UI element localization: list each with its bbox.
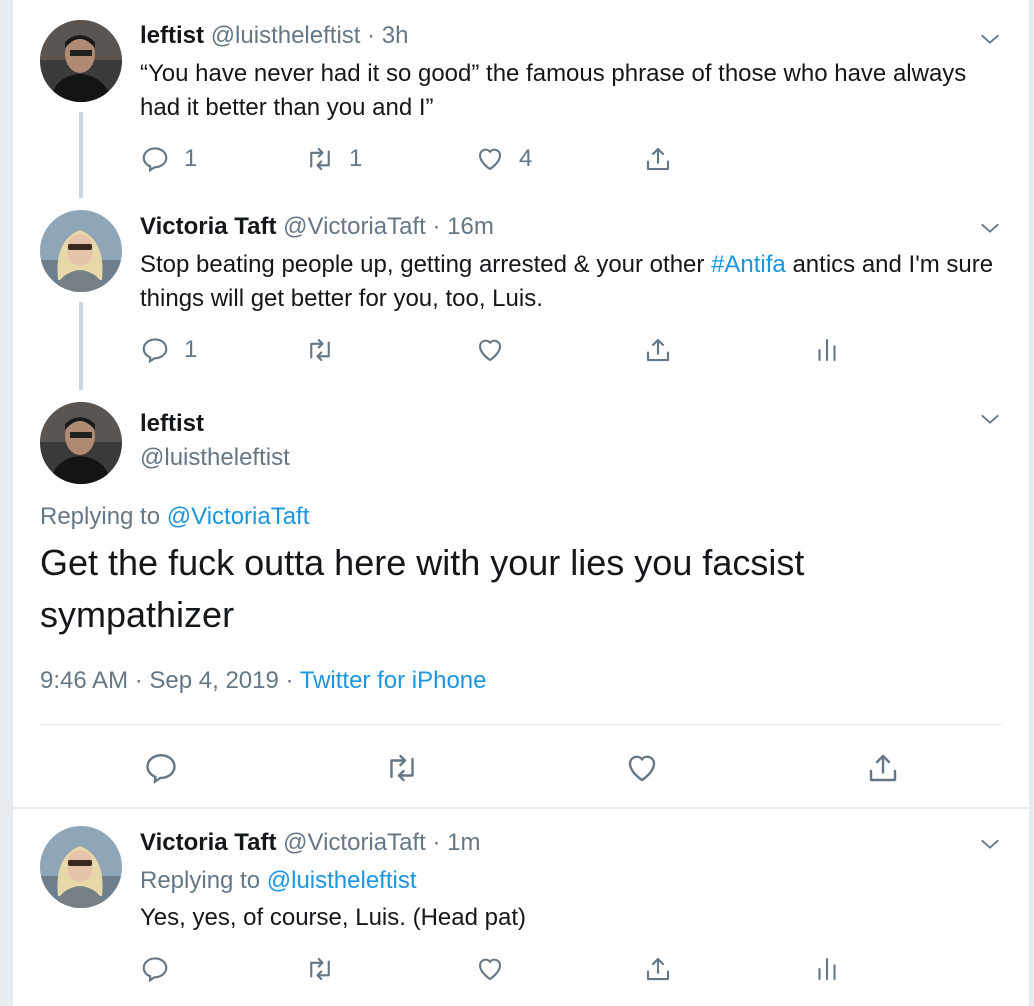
chevron-down-icon[interactable] bbox=[979, 408, 1001, 430]
user-handle[interactable]: @VictoriaTaft bbox=[283, 213, 426, 240]
retweet-button[interactable] bbox=[305, 952, 335, 986]
replying-prefix: Replying to bbox=[40, 503, 167, 530]
divider bbox=[40, 724, 1002, 725]
tweet-time[interactable]: 3h bbox=[382, 22, 409, 49]
analytics-button[interactable] bbox=[812, 952, 842, 986]
retweet-button[interactable]: 1 bbox=[305, 142, 362, 176]
like-button[interactable]: 4 bbox=[475, 142, 532, 176]
reply-button[interactable] bbox=[143, 748, 179, 788]
reply-icon bbox=[142, 338, 168, 364]
replying-to: Replying to @VictoriaTaft bbox=[40, 503, 309, 531]
share-button[interactable] bbox=[643, 142, 673, 176]
timestamp[interactable]: 9:46 AM · Sep 4, 2019 · bbox=[40, 667, 294, 694]
retweet-icon bbox=[310, 957, 330, 981]
avatar-victoria[interactable] bbox=[40, 210, 122, 292]
avatar-victoria[interactable] bbox=[40, 826, 122, 908]
separator: · bbox=[367, 22, 376, 49]
share-icon bbox=[869, 754, 897, 782]
tweet-meta: 9:46 AM · Sep 4, 2019 · Twitter for iPho… bbox=[40, 667, 486, 695]
tweet-text: “You have never had it so good” the famo… bbox=[140, 60, 967, 121]
user-handle[interactable]: @VictoriaTaft bbox=[283, 829, 426, 856]
share-button[interactable] bbox=[643, 333, 673, 367]
chevron-down-icon[interactable] bbox=[979, 217, 1001, 239]
display-name[interactable]: Victoria Taft bbox=[140, 213, 276, 240]
tweet-text: Yes, yes, of course, Luis. (Head pat) bbox=[140, 904, 526, 931]
mention-link[interactable]: @luistheleftist bbox=[267, 867, 417, 894]
avatar-leftist[interactable] bbox=[40, 20, 122, 102]
retweet-icon bbox=[390, 754, 414, 782]
hashtag-link[interactable]: #Antifa bbox=[711, 251, 786, 278]
conversation-timeline: leftist @luistheleftist · 3h “You have n… bbox=[12, 0, 1030, 1006]
focused-tweet-text: Get the fuck outta here with your lies y… bbox=[40, 542, 805, 635]
chevron-down-icon[interactable] bbox=[979, 833, 1001, 855]
reply-button[interactable]: 1 bbox=[140, 142, 197, 176]
user-handle[interactable]: @luistheleftist bbox=[140, 444, 290, 472]
reply-count: 1 bbox=[184, 145, 198, 172]
reply-icon bbox=[142, 957, 168, 983]
analytics-icon bbox=[818, 957, 836, 981]
share-icon bbox=[646, 147, 670, 171]
reply-button[interactable]: 1 bbox=[140, 333, 197, 367]
reply-icon bbox=[142, 147, 168, 173]
focused-tweet: leftist @luistheleftist Replying to @Vic… bbox=[13, 390, 1029, 808]
separator: · bbox=[432, 213, 441, 240]
replying-to: Replying to @luistheleftist bbox=[140, 867, 417, 895]
avatar-leftist[interactable] bbox=[40, 402, 122, 484]
tweet-header: leftist @luistheleftist · 3h bbox=[140, 22, 409, 50]
retweet-button[interactable] bbox=[305, 333, 335, 367]
retweet-icon bbox=[310, 338, 330, 362]
thread-line bbox=[79, 112, 83, 198]
reply-icon bbox=[146, 754, 176, 784]
tweet-actions: 1 1 4 bbox=[140, 142, 860, 176]
tweet-actions bbox=[140, 952, 860, 986]
like-icon bbox=[628, 755, 656, 782]
reply-button[interactable] bbox=[140, 952, 170, 986]
source-link[interactable]: Twitter for iPhone bbox=[300, 667, 487, 694]
tweet-victoria-1[interactable]: Victoria Taft @VictoriaTaft · 16m Stop b… bbox=[13, 195, 1029, 390]
replying-prefix: Replying to bbox=[140, 867, 267, 894]
tweet-text: Stop beating people up, getting arrested… bbox=[140, 248, 1001, 316]
tweet-time[interactable]: 1m bbox=[447, 829, 480, 856]
like-button[interactable] bbox=[475, 952, 505, 986]
tweet-victoria-2[interactable]: Victoria Taft @VictoriaTaft · 1m Replyin… bbox=[13, 809, 1029, 1006]
like-icon bbox=[478, 148, 502, 171]
share-icon bbox=[646, 338, 670, 362]
like-button[interactable] bbox=[475, 333, 505, 367]
tweet-text-part: Stop beating people up, getting arrested… bbox=[140, 251, 712, 278]
reply-count: 1 bbox=[184, 336, 198, 363]
share-button[interactable] bbox=[865, 748, 901, 788]
tweet-leftist-1[interactable]: leftist @luistheleftist · 3h “You have n… bbox=[13, 0, 1029, 198]
share-button[interactable] bbox=[643, 952, 673, 986]
retweet-icon bbox=[310, 147, 330, 171]
separator: · bbox=[432, 829, 441, 856]
display-name[interactable]: leftist bbox=[140, 410, 204, 438]
share-icon bbox=[646, 957, 670, 981]
tweet-actions: 1 bbox=[140, 333, 860, 367]
analytics-icon bbox=[818, 338, 836, 362]
retweet-count: 1 bbox=[349, 145, 363, 172]
tweet-header: Victoria Taft @VictoriaTaft · 16m bbox=[140, 213, 494, 241]
tweet-actions bbox=[143, 748, 943, 788]
display-name[interactable]: Victoria Taft bbox=[140, 829, 276, 856]
like-count: 4 bbox=[519, 145, 533, 172]
like-icon bbox=[478, 958, 502, 981]
display-name[interactable]: leftist bbox=[140, 22, 204, 49]
tweet-header: Victoria Taft @VictoriaTaft · 1m bbox=[140, 829, 480, 857]
analytics-button[interactable] bbox=[812, 333, 842, 367]
user-handle[interactable]: @luistheleftist bbox=[211, 22, 361, 49]
retweet-button[interactable] bbox=[384, 748, 420, 788]
tweet-time[interactable]: 16m bbox=[447, 213, 494, 240]
chevron-down-icon[interactable] bbox=[979, 28, 1001, 50]
like-icon bbox=[478, 339, 502, 362]
like-button[interactable] bbox=[624, 748, 660, 788]
thread-line bbox=[79, 302, 83, 390]
mention-link[interactable]: @VictoriaTaft bbox=[167, 503, 310, 530]
